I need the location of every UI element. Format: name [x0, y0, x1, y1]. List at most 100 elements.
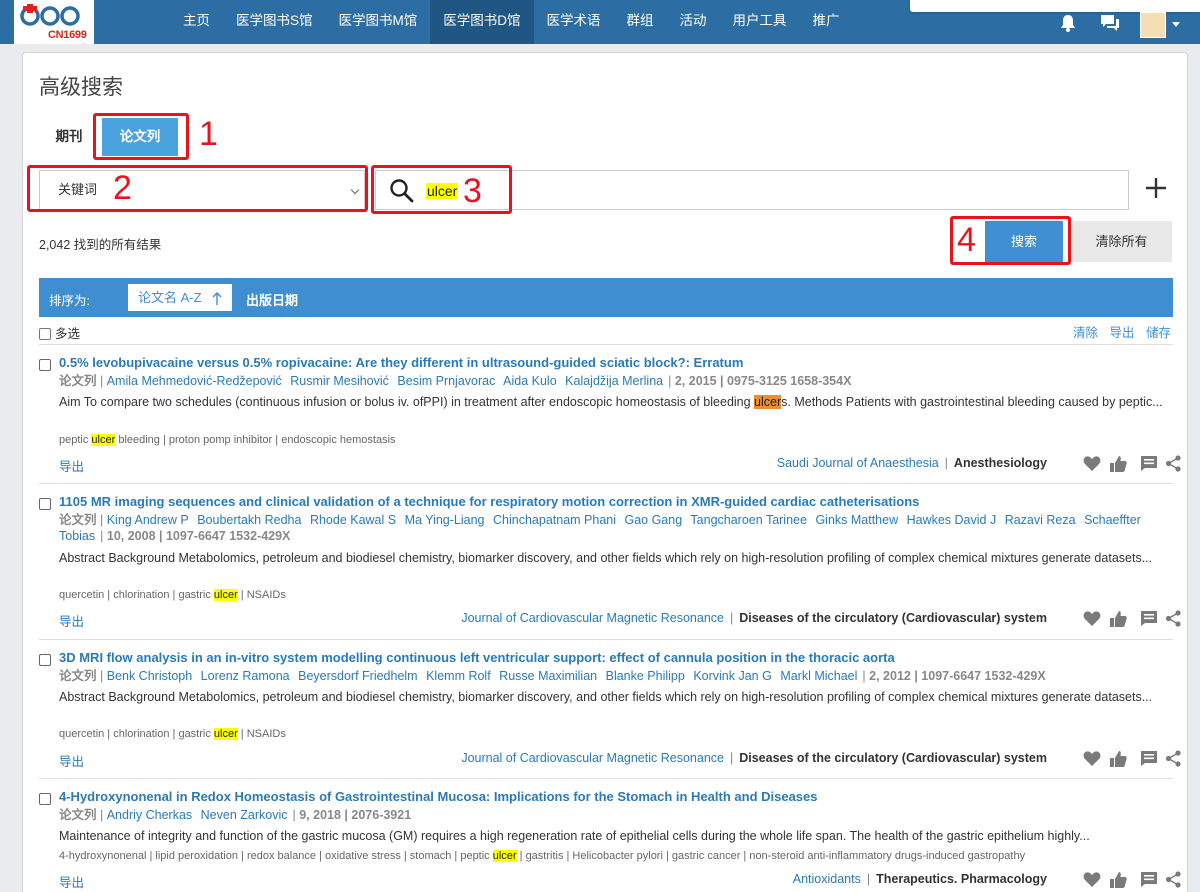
author-link[interactable]: Korvink Jan G — [693, 669, 772, 683]
author-link[interactable]: Amila Mehmedović-Redžepović — [107, 374, 282, 388]
nav-item-library-d[interactable]: 医学图书D馆 — [430, 0, 534, 44]
item-journal: Journal of Cardiovascular Magnetic Reson… — [461, 611, 1047, 625]
author-link[interactable]: Besim Prnjavorac — [397, 374, 495, 388]
share-icon[interactable] — [1165, 871, 1182, 888]
thumbs-up-icon[interactable] — [1109, 871, 1127, 889]
thumbs-up-icon[interactable] — [1109, 610, 1127, 628]
item-actions — [1063, 455, 1181, 473]
sort-by-date-button[interactable]: 出版日期 — [246, 290, 298, 309]
nav-item-user-tools[interactable]: 用户工具 — [720, 0, 800, 44]
avatar[interactable] — [1140, 12, 1166, 38]
nav-item-library-m[interactable]: 医学图书M馆 — [326, 0, 431, 44]
journal-link[interactable]: Journal of Cardiovascular Magnetic Reson… — [461, 751, 724, 765]
item-journal: Antioxidants | Therapeutics. Pharmacology — [792, 872, 1047, 886]
author-link[interactable]: King Andrew P — [107, 513, 189, 527]
select-all-checkbox[interactable] — [39, 328, 51, 340]
author-link[interactable]: Lorenz Ramona — [201, 669, 290, 683]
nav-item-events[interactable]: 活动 — [667, 0, 720, 44]
chat-icon[interactable] — [1100, 13, 1120, 33]
save-selection-link[interactable]: 储存 — [1146, 326, 1171, 340]
nav-item-terminology[interactable]: 医学术语 — [534, 0, 614, 44]
comment-icon[interactable] — [1140, 750, 1158, 767]
clear-all-button[interactable]: 清除所有 — [1071, 221, 1172, 262]
comment-icon[interactable] — [1140, 871, 1158, 888]
author-link[interactable]: Hawkes David J — [907, 513, 997, 527]
item-export-link[interactable]: 导出 — [59, 751, 84, 770]
item-title[interactable]: 1105 MR imaging sequences and clinical v… — [59, 494, 919, 509]
select-all[interactable]: 多选 — [39, 323, 80, 342]
share-icon[interactable] — [1165, 455, 1182, 472]
author-link[interactable]: Andriy Cherkas — [107, 808, 192, 822]
item-meta: 论文列 | Andriy Cherkas Neven Zarkovic | 9, … — [59, 808, 412, 822]
nav-item-groups[interactable]: 群组 — [614, 0, 667, 44]
tab-journals[interactable]: 期刊 — [39, 118, 99, 156]
author-link[interactable]: Markl Michael — [780, 669, 857, 683]
author-link[interactable]: Ginks Matthew — [815, 513, 898, 527]
author-link[interactable]: Benk Christoph — [107, 669, 192, 683]
annotation-box-2 — [27, 165, 368, 212]
list-item: 3D MRI flow analysis in an in-vitro syst… — [39, 650, 1181, 778]
item-export-link[interactable]: 导出 — [59, 611, 84, 630]
export-selection-link[interactable]: 导出 — [1109, 326, 1134, 340]
dropdown-strip — [910, 0, 1200, 12]
item-export-link[interactable]: 导出 — [59, 456, 84, 475]
item-export-link[interactable]: 导出 — [59, 872, 84, 891]
site-logo[interactable]: CN1699 — [14, 0, 94, 44]
author-link[interactable]: Beyersdorf Friedhelm — [298, 669, 418, 683]
item-title[interactable]: 3D MRI flow analysis in an in-vitro syst… — [59, 650, 895, 665]
logo-rings-icon — [20, 4, 80, 26]
bell-icon[interactable] — [1058, 13, 1078, 33]
heart-icon[interactable] — [1083, 750, 1101, 767]
item-checkbox[interactable] — [39, 359, 51, 371]
annotation-number-3: 3 — [463, 172, 482, 210]
author-link[interactable]: Blanke Philipp — [606, 669, 685, 683]
item-type: 论文列 — [59, 808, 97, 822]
thumbs-up-icon[interactable] — [1109, 455, 1127, 473]
keyword-highlight: ulcer — [213, 728, 238, 740]
author-link[interactable]: Kalajdžija Merlina — [565, 374, 663, 388]
author-link[interactable]: Gao Gang — [624, 513, 682, 527]
author-link[interactable]: Razavi Reza — [1005, 513, 1076, 527]
item-checkbox[interactable] — [39, 498, 51, 510]
author-link[interactable]: Neven Zarkovic — [201, 808, 288, 822]
heart-icon[interactable] — [1083, 610, 1101, 627]
item-meta: 论文列 | Benk Christoph Lorenz Ramona Beyer… — [59, 669, 1046, 683]
nav-item-promotion[interactable]: 推广 — [800, 0, 853, 44]
page-title: 高级搜索 — [39, 76, 123, 99]
list-item: 4-Hydroxynonenal in Redox Homeostasis of… — [39, 789, 1181, 891]
comment-icon[interactable] — [1140, 610, 1158, 627]
share-icon[interactable] — [1165, 750, 1182, 767]
journal-link[interactable]: Saudi Journal of Anaesthesia — [777, 456, 939, 470]
item-type: 论文列 — [59, 669, 97, 683]
author-link[interactable]: Chinchapatnam Phani — [493, 513, 616, 527]
author-link[interactable]: Rusmir Mesihović — [290, 374, 389, 388]
sort-label: 排序为: — [49, 294, 90, 308]
journal-link[interactable]: Antioxidants — [793, 872, 861, 886]
chevron-down-icon[interactable] — [1172, 22, 1180, 27]
heart-icon[interactable] — [1083, 455, 1101, 472]
author-link[interactable]: Ma Ying-Liang — [405, 513, 485, 527]
journal-link[interactable]: Journal of Cardiovascular Magnetic Reson… — [461, 611, 724, 625]
nav-item-home[interactable]: 主页 — [170, 0, 223, 44]
comment-icon[interactable] — [1140, 455, 1158, 472]
author-link[interactable]: Rhode Kawal S — [310, 513, 396, 527]
item-keywords: 4-hydroxynonenal | lipid peroxidation | … — [59, 850, 1026, 862]
thumbs-up-icon[interactable] — [1109, 750, 1127, 768]
author-link[interactable]: Aida Kulo — [503, 374, 557, 388]
item-checkbox[interactable] — [39, 654, 51, 666]
heart-icon[interactable] — [1083, 871, 1101, 888]
item-checkbox[interactable] — [39, 793, 51, 805]
author-link[interactable]: Russe Maximilian — [499, 669, 597, 683]
share-icon[interactable] — [1165, 610, 1182, 627]
item-title[interactable]: 4-Hydroxynonenal in Redox Homeostasis of… — [59, 789, 818, 804]
arrow-up-icon — [212, 292, 222, 305]
item-title[interactable]: 0.5% levobupivacaine versus 0.5% ropivac… — [59, 355, 743, 370]
author-link[interactable]: Tangcharoen Tarinee — [690, 513, 807, 527]
clear-selection-link[interactable]: 清除 — [1073, 326, 1098, 340]
nav-item-library-s[interactable]: 医学图书S馆 — [223, 0, 326, 44]
select-all-label: 多选 — [55, 327, 81, 341]
author-link[interactable]: Klemm Rolf — [426, 669, 491, 683]
add-condition-icon[interactable] — [1145, 177, 1167, 199]
sort-by-title-button[interactable]: 论文名 A-Z — [128, 284, 232, 311]
author-link[interactable]: Boubertakh Redha — [197, 513, 301, 527]
